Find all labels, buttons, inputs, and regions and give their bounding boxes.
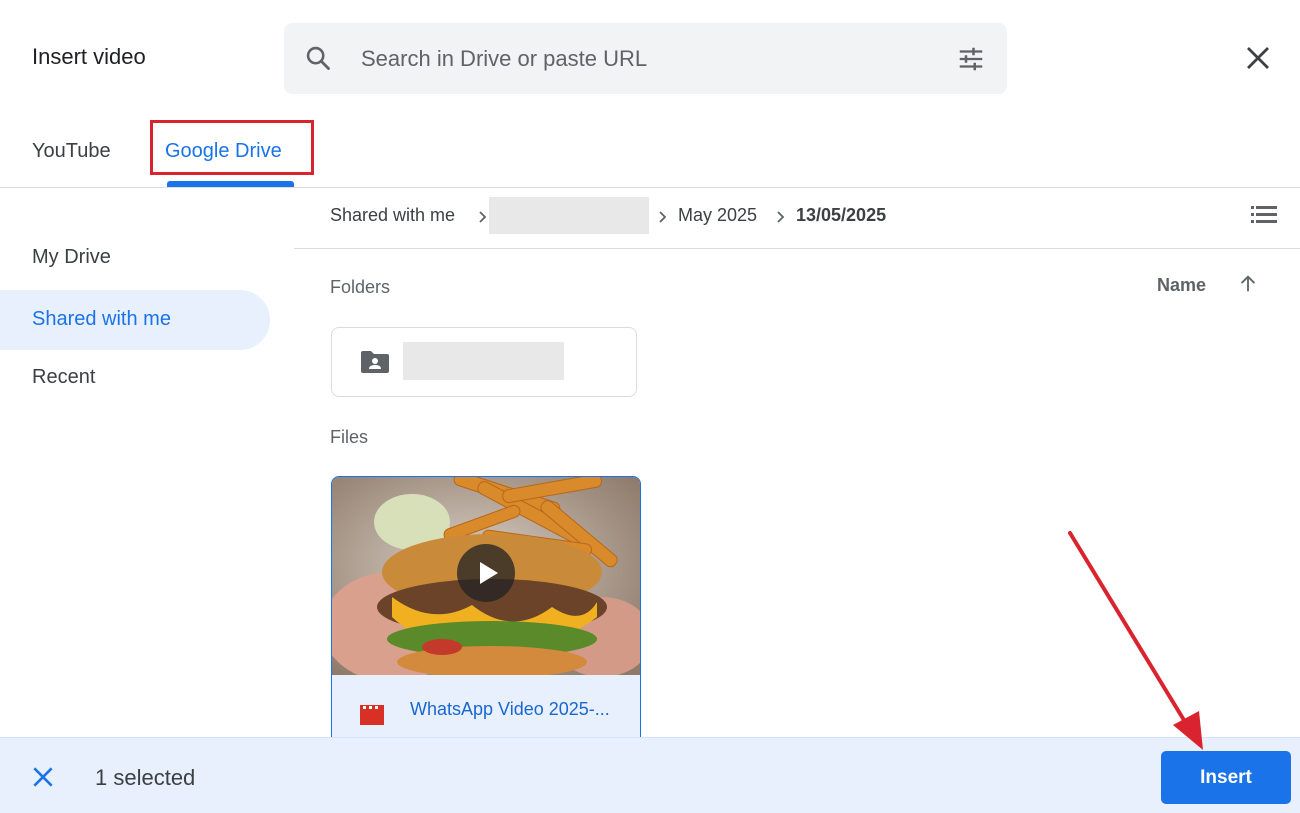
breadcrumb-item-shared[interactable]: Shared with me: [330, 205, 455, 226]
filter-icon[interactable]: [956, 44, 986, 74]
annotation-arrow: [1068, 531, 1203, 750]
sidebar-item-label: Recent: [32, 366, 96, 388]
chevron-right-icon: [777, 211, 785, 223]
file-info: WhatsApp Video 2025-...: [332, 675, 640, 737]
breadcrumb-item-redacted[interactable]: [489, 197, 649, 234]
divider: [294, 248, 1300, 249]
shared-folder-icon: [361, 351, 389, 373]
breadcrumb-item-month[interactable]: May 2025: [678, 205, 757, 226]
file-card-selected[interactable]: WhatsApp Video 2025-...: [331, 476, 641, 738]
sort-by-name-button[interactable]: Name: [1157, 275, 1206, 296]
tab-youtube[interactable]: YouTube: [32, 140, 111, 163]
folder-card[interactable]: [331, 327, 637, 397]
divider: [0, 187, 1300, 188]
folder-name-redacted: [403, 342, 564, 380]
file-name: WhatsApp Video 2025-...: [410, 699, 610, 719]
sidebar-item-shared-with-me[interactable]: Shared with me: [0, 290, 270, 350]
folders-section-label: Folders: [330, 277, 391, 297]
files-section-label: Files: [330, 427, 369, 447]
sidebar-item-my-drive[interactable]: My Drive: [0, 228, 270, 288]
breadcrumb-item-current: 13/05/2025: [796, 205, 887, 225]
close-icon[interactable]: [1243, 43, 1273, 73]
selected-count: 1 selected: [95, 765, 196, 790]
chevron-right-icon: [479, 211, 487, 223]
sidebar-item-recent[interactable]: Recent: [0, 348, 270, 408]
clear-selection-icon[interactable]: [30, 764, 56, 790]
insert-button[interactable]: Insert: [1161, 751, 1291, 804]
chevron-right-icon: [659, 211, 667, 223]
sort-arrow-up-icon[interactable]: [1237, 273, 1259, 295]
video-file-icon: [360, 705, 384, 725]
selection-footer: 1 selected Insert: [0, 737, 1300, 813]
annotation-highlight-box: [150, 120, 314, 175]
play-icon[interactable]: [456, 543, 516, 603]
sidebar-item-label: Shared with me: [32, 308, 171, 330]
search-icon: [306, 46, 330, 70]
sidebar-item-label: My Drive: [32, 246, 111, 268]
search-input[interactable]: [361, 44, 921, 74]
list-view-icon[interactable]: [1250, 203, 1278, 227]
dialog-title: Insert video: [32, 44, 146, 69]
